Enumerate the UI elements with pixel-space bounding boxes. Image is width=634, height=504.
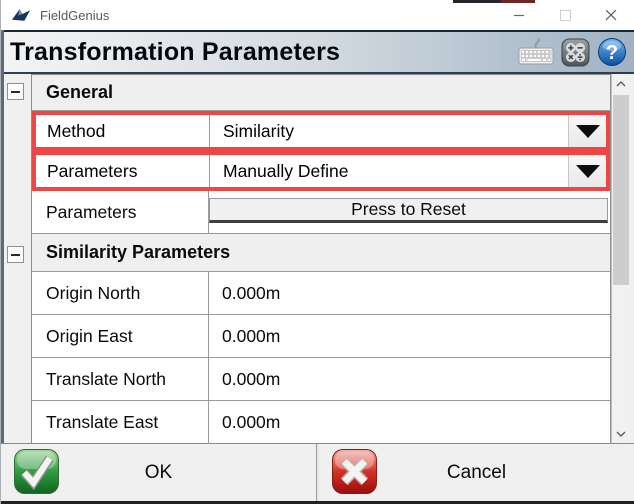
ok-label: OK (145, 462, 172, 484)
parameters-reset-row: Parameters Press to Reset (32, 191, 610, 234)
maximize-button[interactable] (542, 0, 588, 30)
section-label: Similarity Parameters (46, 242, 230, 263)
minus-icon (11, 254, 20, 256)
parameters-value: Manually Define (223, 161, 348, 182)
parameters-label: Parameters (36, 155, 210, 187)
origin-east-row: Origin East 0.000m (32, 315, 610, 358)
scrollbar-thumb[interactable] (613, 95, 629, 285)
section-header-general: General (32, 75, 610, 111)
translate-east-label: Translate East (32, 401, 209, 443)
page-title: Transformation Parameters (10, 38, 340, 67)
cancel-label: Cancel (447, 462, 506, 484)
scroll-down-button[interactable] (612, 424, 630, 443)
parameters-reset-label: Parameters (32, 191, 209, 233)
property-grid: General Method Similarity Parameters Man… (1, 74, 634, 443)
highlight-box-method: Method Similarity (32, 111, 610, 151)
translate-north-field[interactable]: 0.000m (209, 358, 610, 400)
collapse-gutter (1, 74, 31, 443)
scroll-up-button[interactable] (612, 74, 630, 93)
translate-north-label: Translate North (32, 358, 209, 400)
translate-north-row: Translate North 0.000m (32, 358, 610, 401)
window-title: FieldGenius (40, 8, 109, 23)
cancel-button[interactable]: Cancel (319, 444, 634, 501)
translate-east-field[interactable]: 0.000m (209, 401, 610, 443)
header-toolbar: ? (518, 37, 627, 67)
red-x-icon (331, 448, 378, 500)
origin-east-field[interactable]: 0.000m (209, 315, 610, 357)
transformation-parameters-dialog: FieldGenius Transformation Parameters (0, 0, 634, 504)
translate-east-row: Translate East 0.000m (32, 401, 610, 443)
reset-cell: Press to Reset (209, 191, 610, 233)
chevron-down-icon (576, 165, 600, 178)
parameters-dropdown[interactable]: Manually Define (210, 155, 606, 187)
press-to-reset-button[interactable]: Press to Reset (209, 198, 608, 223)
origin-east-label: Origin East (32, 315, 209, 357)
titlebar: FieldGenius (1, 0, 634, 30)
vertical-scrollbar[interactable] (611, 74, 630, 443)
fieldgenius-logo-icon (11, 6, 32, 24)
dropdown-arrow-button (568, 155, 606, 187)
dialog-header: Transformation Parameters (1, 30, 634, 74)
highlight-box-parameters: Parameters Manually Define (32, 151, 610, 191)
origin-north-row: Origin North 0.000m (32, 272, 610, 315)
window-controls (496, 0, 634, 30)
chevron-down-icon (576, 125, 600, 138)
collapse-toggle-general[interactable] (7, 83, 24, 100)
minimize-button[interactable] (496, 0, 542, 30)
method-label: Method (36, 115, 210, 147)
method-dropdown[interactable]: Similarity (210, 115, 606, 147)
keyboard-icon[interactable] (518, 38, 554, 66)
calculator-icon[interactable] (561, 38, 590, 67)
ok-button[interactable]: OK (1, 444, 316, 501)
background-artifact (501, 0, 535, 3)
collapse-toggle-similarity[interactable] (7, 246, 24, 263)
parameters-table: General Method Similarity Parameters Man… (31, 74, 611, 443)
close-button[interactable] (588, 0, 634, 30)
green-checkmark-icon (13, 448, 60, 500)
background-artifact (453, 0, 501, 3)
svg-text:?: ? (606, 42, 618, 64)
section-header-similarity: Similarity Parameters (32, 234, 610, 272)
help-icon[interactable]: ? (597, 37, 627, 67)
background-artifact (1, 30, 4, 443)
section-label: General (46, 82, 113, 103)
origin-north-label: Origin North (32, 272, 209, 314)
dialog-footer: OK Cancel (1, 443, 634, 504)
method-value: Similarity (223, 121, 294, 142)
origin-north-field[interactable]: 0.000m (209, 272, 610, 314)
minus-icon (11, 91, 20, 93)
dropdown-arrow-button (568, 115, 606, 147)
